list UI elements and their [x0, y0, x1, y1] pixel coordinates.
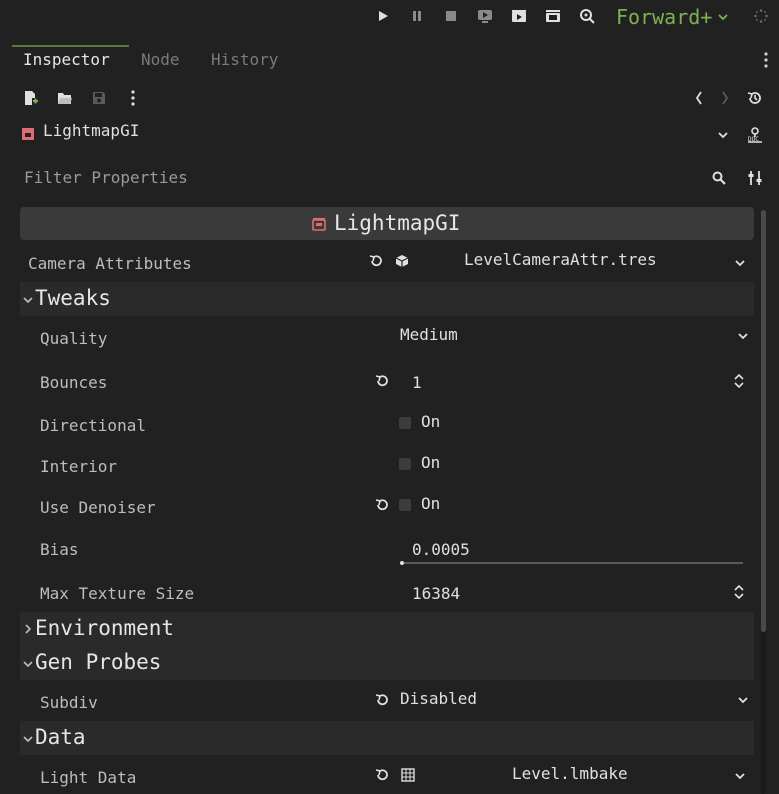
resource-icon: [394, 253, 410, 269]
movie-icon[interactable]: [545, 8, 561, 24]
spinner-icon: [753, 8, 769, 24]
new-resource-icon[interactable]: [23, 90, 39, 106]
lightmapgi-node-icon: [20, 126, 36, 142]
spinbox-updown-icon[interactable]: [732, 583, 746, 601]
max-texture-size-label: Max Texture Size: [40, 584, 195, 603]
play-custom-scene-icon[interactable]: [511, 8, 527, 24]
revert-icon[interactable]: [374, 497, 390, 513]
search-icon: [711, 170, 727, 186]
chevron-expanded-icon: [21, 657, 35, 671]
section-data-title: Data: [35, 725, 86, 749]
bounces-spinbox[interactable]: 1: [412, 373, 422, 392]
chevron-down-icon: [718, 14, 728, 21]
camera-attributes-label: Camera Attributes: [28, 254, 192, 273]
lightmap-data-icon: [400, 767, 416, 783]
inspector-header-title: LightmapGI: [334, 211, 461, 235]
history-back-icon[interactable]: [692, 90, 706, 106]
remote-debug-icon[interactable]: [579, 8, 595, 24]
chevron-down-icon[interactable]: [736, 693, 750, 707]
play-icon[interactable]: [375, 8, 391, 24]
active-tab-indicator: [12, 45, 129, 47]
spinbox-updown-icon[interactable]: [732, 372, 746, 390]
filter-options-icon[interactable]: [746, 170, 764, 186]
camera-attributes-value[interactable]: LevelCameraAttr.tres: [464, 250, 657, 269]
section-tweaks-title: Tweaks: [35, 286, 111, 310]
open-folder-icon[interactable]: [57, 90, 73, 106]
stop-icon[interactable]: [443, 8, 459, 24]
section-gen-probes-title: Gen Probes: [35, 650, 162, 674]
svg-text:DOC: DOC: [748, 136, 759, 143]
subdiv-label: Subdiv: [40, 693, 98, 712]
selected-object-name[interactable]: LightmapGI: [43, 121, 139, 140]
quality-label: Quality: [40, 329, 108, 348]
tab-history[interactable]: History: [211, 48, 278, 72]
interior-checkbox[interactable]: [399, 458, 411, 470]
filter-properties-input[interactable]: [20, 164, 708, 190]
inspector-scrollbar-thumb[interactable]: [761, 210, 766, 632]
tab-node[interactable]: Node: [141, 48, 180, 72]
chevron-collapsed-icon: [21, 622, 35, 636]
interior-label: Interior: [40, 457, 118, 476]
revert-icon[interactable]: [374, 767, 390, 783]
revert-icon[interactable]: [368, 253, 384, 269]
bias-slider-grabber[interactable]: [400, 561, 404, 565]
subdiv-dropdown[interactable]: Disabled: [400, 689, 477, 708]
more-options-icon[interactable]: [126, 89, 140, 107]
directional-checkbox[interactable]: [399, 417, 411, 429]
chevron-down-icon[interactable]: [733, 256, 747, 270]
revert-icon[interactable]: [374, 692, 390, 708]
bounces-label: Bounces: [40, 373, 108, 392]
play-scene-icon[interactable]: [477, 8, 493, 24]
quality-dropdown[interactable]: Medium: [400, 325, 458, 344]
light-data-value[interactable]: Level.lmbake: [512, 764, 628, 783]
object-dropdown-icon[interactable]: [716, 128, 730, 142]
light-data-label: Light Data: [40, 768, 137, 787]
directional-label: Directional: [40, 416, 146, 435]
section-data[interactable]: [20, 721, 754, 755]
directional-checkbox-label[interactable]: On: [421, 412, 440, 431]
renderer-selector[interactable]: Forward+: [616, 5, 728, 29]
pause-icon[interactable]: [409, 8, 425, 24]
save-icon[interactable]: [91, 90, 107, 106]
chevron-expanded-icon: [21, 732, 35, 746]
bias-label: Bias: [40, 540, 79, 559]
section-environment-title: Environment: [35, 616, 175, 640]
use-denoiser-label: Use Denoiser: [40, 498, 156, 517]
use-denoiser-checkbox[interactable]: [399, 499, 411, 511]
renderer-label: Forward+: [616, 5, 713, 29]
open-docs-icon[interactable]: DOC: [745, 126, 765, 144]
lightmapgi-header-icon: [311, 216, 327, 232]
history-forward-icon[interactable]: [718, 90, 732, 106]
chevron-down-icon[interactable]: [733, 769, 747, 783]
chevron-down-icon[interactable]: [736, 329, 750, 343]
section-tweaks[interactable]: [20, 282, 754, 316]
revert-icon[interactable]: [374, 373, 390, 389]
object-history-icon[interactable]: [746, 90, 764, 106]
tab-menu-icon[interactable]: [760, 50, 772, 70]
bias-value[interactable]: 0.0005: [412, 540, 470, 559]
interior-checkbox-label[interactable]: On: [421, 453, 440, 472]
chevron-expanded-icon: [21, 293, 35, 307]
max-texture-size-spinbox[interactable]: 16384: [412, 584, 460, 603]
bias-slider-track[interactable]: [401, 562, 743, 564]
tab-inspector[interactable]: Inspector: [23, 48, 110, 72]
use-denoiser-checkbox-label[interactable]: On: [421, 494, 440, 513]
